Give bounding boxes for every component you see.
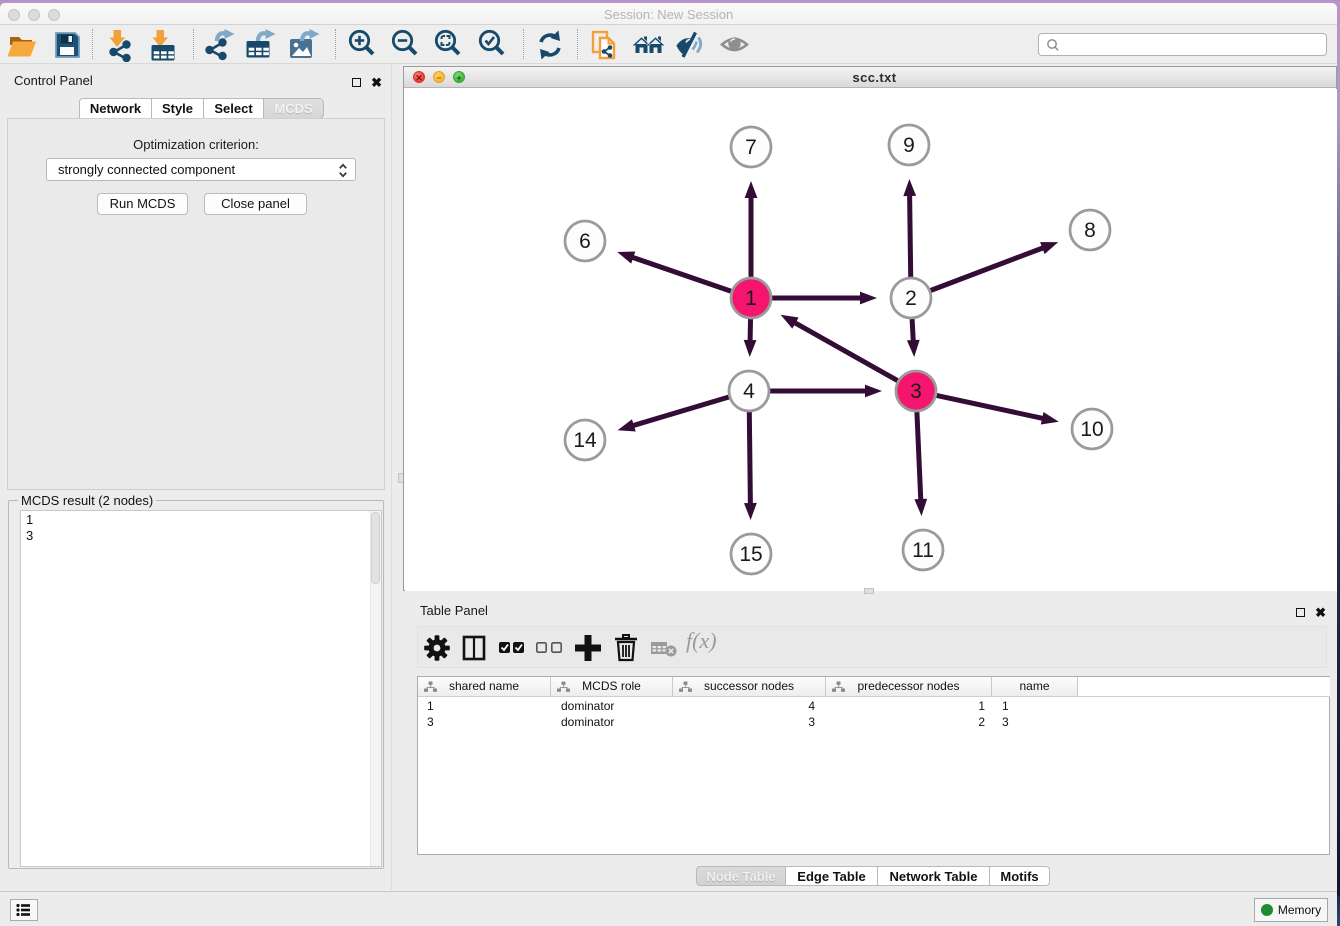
svg-text:8: 8 (1084, 219, 1096, 242)
svg-text:2: 2 (905, 287, 917, 310)
svg-text:10: 10 (1080, 418, 1103, 441)
svg-text:4: 4 (743, 380, 755, 403)
svg-text:15: 15 (739, 543, 762, 566)
svg-text:9: 9 (903, 134, 915, 157)
svg-text:6: 6 (579, 230, 591, 253)
svg-text:1: 1 (745, 287, 757, 310)
svg-text:3: 3 (910, 380, 922, 403)
svg-text:11: 11 (912, 539, 934, 562)
svg-text:7: 7 (745, 136, 757, 159)
svg-text:14: 14 (573, 429, 597, 452)
